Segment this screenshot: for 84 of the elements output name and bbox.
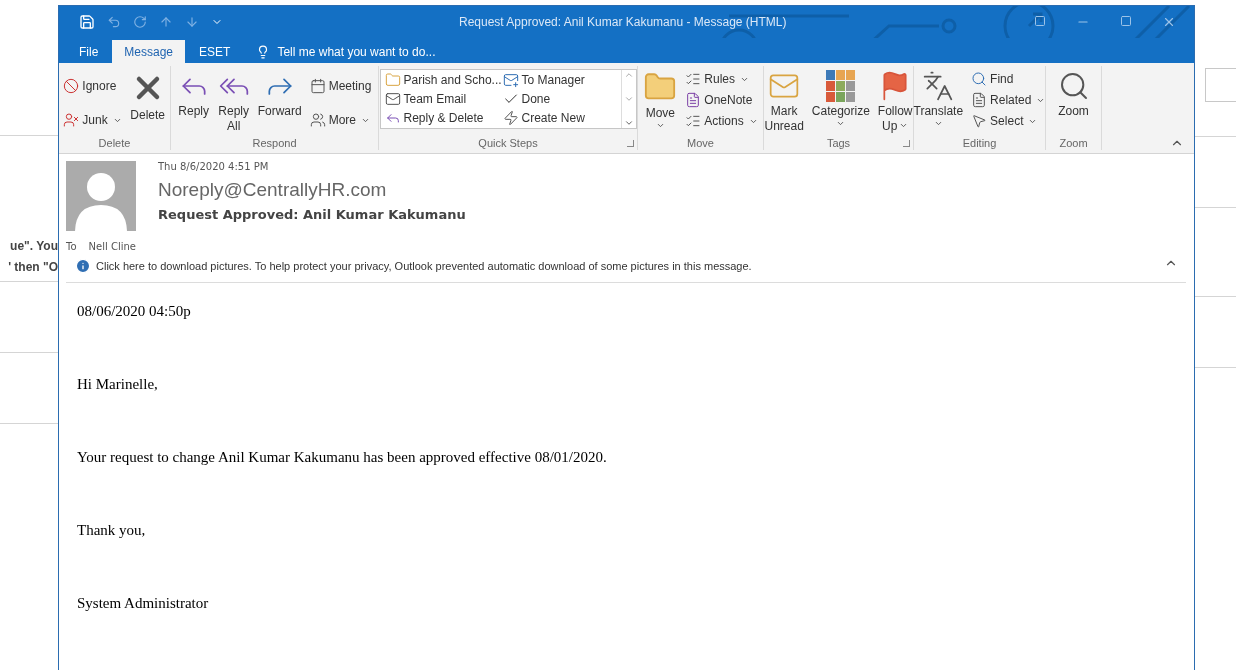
info-bar-text[interactable]: Click here to download pictures. To help protect your privacy, Outlook prevented automatic download of some pictures in this message. [96, 260, 752, 272]
sent-date: Thu 8/6/2020 4:51 PM [158, 161, 270, 174]
list-icon [685, 71, 702, 87]
ribbon-display-icon[interactable] [1034, 15, 1046, 27]
ribbon-button[interactable]: Related [969, 91, 1048, 109]
subject: Request Approved: Anil Kumar Kakumanu [158, 207, 467, 222]
search-field[interactable] [1205, 68, 1236, 102]
translate-icon [922, 70, 955, 102]
caret-icon [899, 121, 909, 130]
ribbon-button[interactable]: More [307, 111, 374, 130]
launcher-icon[interactable] [903, 140, 910, 147]
list-icon [685, 113, 702, 129]
maximize-icon[interactable] [1120, 15, 1132, 27]
cursor-icon [971, 113, 988, 129]
save-icon[interactable] [79, 14, 95, 30]
caret-icon [836, 119, 846, 128]
group-label: Zoom [1058, 136, 1089, 150]
launcher-icon[interactable] [627, 140, 634, 147]
ribbon-button[interactable]: OneNote [683, 91, 760, 109]
ribbon-button[interactable]: Junk [61, 111, 124, 130]
background-text: ' then "O [7, 259, 58, 276]
group-label: Respond [251, 136, 298, 150]
quick-step[interactable]: Parish and Scho... [382, 71, 501, 89]
undo-icon[interactable] [107, 15, 121, 29]
body-text: System Administrator [77, 595, 210, 613]
info-icon [75, 258, 91, 274]
body-text: Your request to change Anil Kumar Kakumanu has been approved effective 08/01/2020. [77, 449, 608, 467]
quick-step[interactable]: Team Email [382, 90, 501, 108]
document-icon [971, 92, 988, 108]
envelope-icon [384, 91, 401, 107]
ribbon-button[interactable]: Delete [127, 68, 168, 136]
body-text: Hi Marinelle, [77, 376, 159, 394]
folder-icon [384, 72, 401, 88]
group-label: Delete [97, 136, 132, 150]
group-label: Editing [961, 136, 998, 150]
caret-icon [655, 121, 665, 130]
envelope-icon [502, 72, 519, 88]
scroll-up-icon[interactable] [623, 70, 634, 80]
quick-step[interactable]: Reply & Delete [382, 109, 501, 127]
to-label: To [66, 241, 77, 252]
ribbon-tab[interactable]: Message [112, 40, 186, 63]
ribbon-tab[interactable]: ESET [187, 41, 243, 63]
search-icon [971, 71, 988, 87]
caret-icon [933, 119, 943, 128]
close-icon[interactable] [1162, 15, 1176, 29]
color-grid-icon [825, 70, 856, 102]
body-text: Thank you, [77, 522, 147, 540]
ribbon-button[interactable]: Actions [683, 112, 760, 130]
sender: Noreply@CentrallyHR.com [158, 179, 388, 202]
ribbon-button[interactable]: Move [641, 68, 680, 136]
ribbon-button[interactable]: Forward [255, 68, 304, 136]
notebook-icon [685, 92, 702, 108]
ribbon-button[interactable]: Categorize [809, 68, 872, 136]
ignore-icon [63, 77, 80, 94]
ribbon-button[interactable]: Select [969, 112, 1048, 130]
people-icon [309, 112, 326, 129]
calendar-icon [309, 77, 326, 94]
group-label: Tags [825, 136, 852, 150]
avatar [66, 161, 136, 231]
window-title: Request Approved: Anil Kumar Kakumanu - Message (HTML) [459, 15, 788, 29]
ribbon-button[interactable]: Ignore [61, 76, 124, 95]
group-label: Quick Steps [477, 136, 539, 150]
quick-step[interactable]: To Manager [500, 71, 619, 89]
more-icon[interactable] [623, 118, 634, 128]
redo-icon[interactable] [133, 15, 147, 29]
ribbon-button[interactable]: Reply All [215, 68, 252, 136]
background-text: ue". You [9, 238, 58, 255]
scroll-down-icon[interactable] [623, 94, 634, 104]
lightning-icon [502, 110, 519, 126]
junk-icon [63, 112, 80, 129]
group-label: Move [686, 136, 715, 150]
ribbon-button[interactable]: Mark Unread [762, 68, 806, 136]
quick-step[interactable]: Create New [500, 109, 619, 127]
ribbon-button[interactable]: Rules [683, 70, 760, 88]
quick-step[interactable]: Done [500, 90, 619, 108]
ribbon-button[interactable]: Follow Up [875, 68, 915, 136]
recipient[interactable]: Nell Cline [88, 241, 136, 252]
tell-me-field[interactable]: Tell me what you want to do... [275, 44, 480, 60]
ribbon-button[interactable]: Meeting [307, 76, 374, 95]
ribbon-button[interactable]: Zoom [1055, 68, 1092, 136]
body-text: 08/06/2020 04:50p [77, 303, 192, 321]
ribbon-tab[interactable]: File [67, 41, 111, 63]
ribbon-button[interactable]: Find [969, 70, 1048, 88]
ribbon-button[interactable]: Reply [175, 68, 212, 136]
